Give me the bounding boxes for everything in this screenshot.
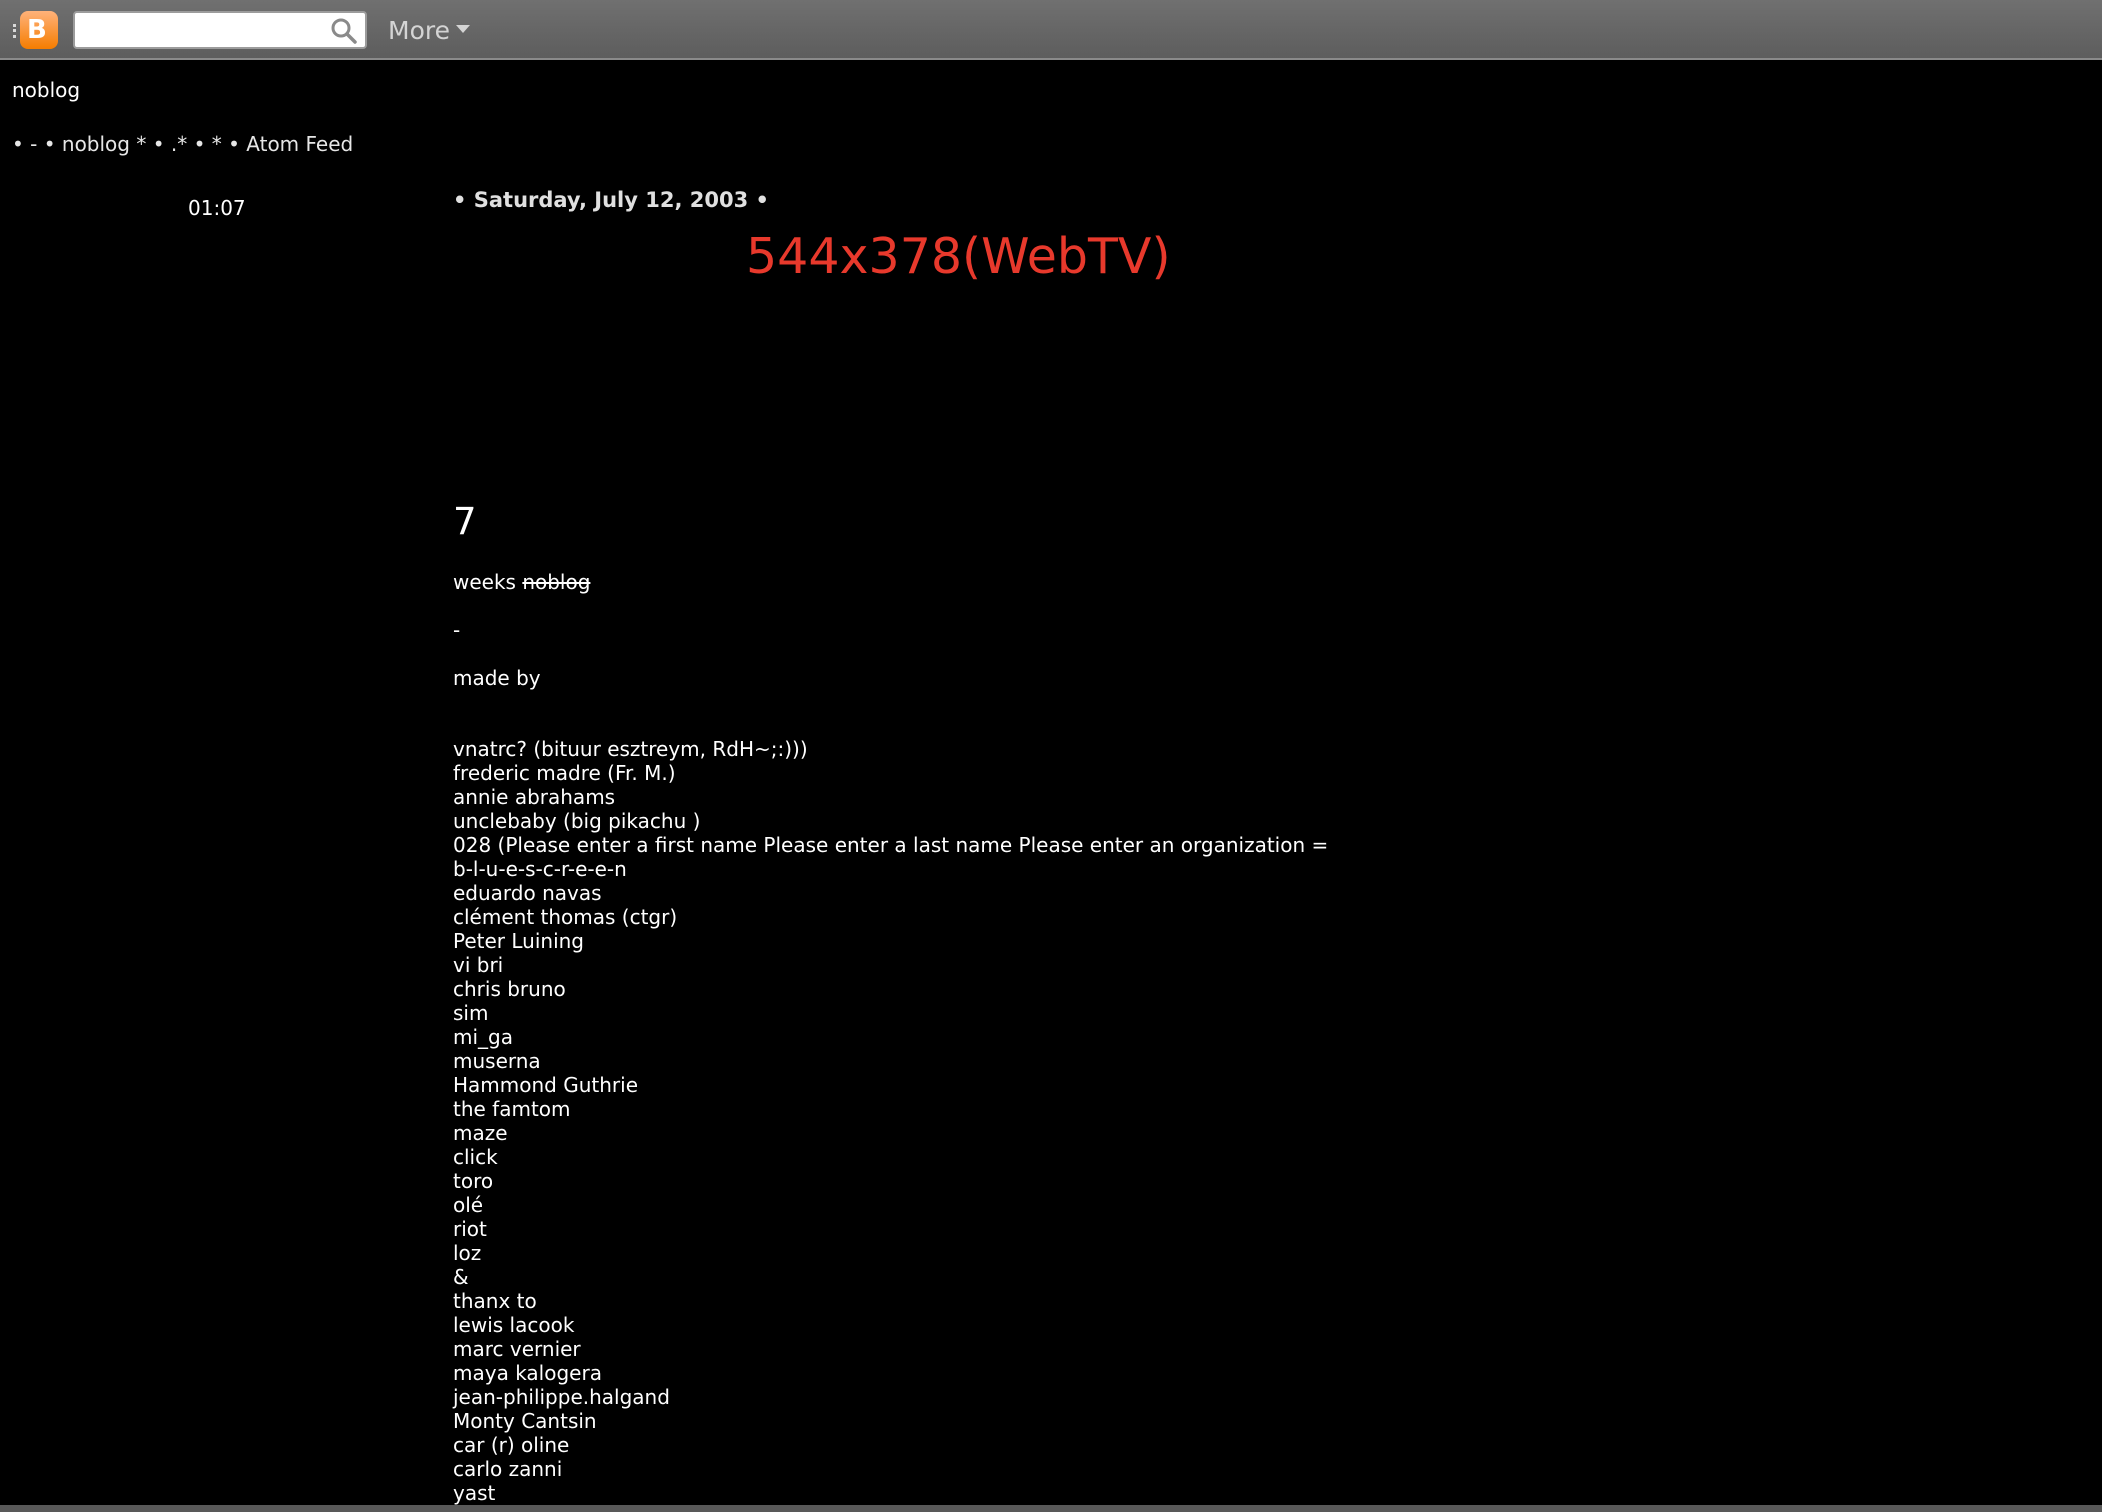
credit-item: thanx to [453, 1289, 537, 1313]
blogger-logo-glyph: B [27, 15, 47, 45]
search-icon[interactable] [329, 17, 359, 45]
credit-item: vnatrc? (bituur esztreym, RdH~;:))) [453, 737, 808, 761]
noblog-link[interactable]: noblog [62, 132, 130, 156]
weeks-struck-text: noblog [522, 570, 591, 594]
blog-title: noblog [12, 78, 81, 102]
header-prefix: • - • [12, 132, 56, 156]
header-links: • - • noblog * • .* • * • Atom Feed [12, 132, 353, 156]
credit-item: clément thomas (ctgr) [453, 905, 678, 929]
credit-item: car (r) oline [453, 1433, 570, 1457]
credit-item: mi_ga [453, 1025, 513, 1049]
post-time[interactable]: 01:07 [188, 196, 246, 220]
credit-item: Monty Cantsin [453, 1409, 597, 1433]
post-date: • Saturday, July 12, 2003 • [453, 188, 769, 212]
resolution-heading: 544x378(WebTV) [746, 228, 1171, 285]
search-box[interactable] [73, 11, 367, 49]
header-middle: * • .* • * • [136, 132, 240, 156]
credit-item: b-l-u-e-s-c-r-e-e-n [453, 857, 627, 881]
credit-item: frederic madre (Fr. M.) [453, 761, 676, 785]
credit-item: 028 (Please enter a first name Please en… [453, 833, 1329, 857]
credit-item: click [453, 1145, 498, 1169]
credit-item: carlo zanni [453, 1457, 563, 1481]
credit-item: Peter Luining [453, 929, 585, 953]
credit-item: Hammond Guthrie [453, 1073, 638, 1097]
big-number: 7 [453, 500, 477, 543]
weeks-line: weeks noblog [453, 570, 590, 594]
dash-line: - [453, 618, 461, 642]
credit-item: riot [453, 1217, 487, 1241]
credit-item: sim [453, 1001, 489, 1025]
more-label: More [388, 16, 450, 45]
weeks-word: weeks [453, 570, 516, 594]
credit-item: vi bri [453, 953, 504, 977]
credit-item: marc vernier [453, 1337, 581, 1361]
bottom-edge [0, 1505, 2102, 1512]
chevron-down-icon [455, 25, 470, 33]
atom-feed-link[interactable]: Atom Feed [246, 132, 353, 156]
credit-item: lewis lacook [453, 1313, 575, 1337]
credit-item: the famtom [453, 1097, 571, 1121]
credit-item: unclebaby (big pikachu ) [453, 809, 701, 833]
blogger-logo-icon[interactable]: B [20, 11, 58, 49]
credit-item: olé [453, 1193, 484, 1217]
blogger-navbar: B More [0, 0, 2102, 60]
credit-item: toro [453, 1169, 494, 1193]
credit-item: eduardo navas [453, 881, 602, 905]
credit-item: annie abrahams [453, 785, 616, 809]
credit-item: muserna [453, 1049, 541, 1073]
credit-item: chris bruno [453, 977, 566, 1001]
made-by-label: made by [453, 666, 541, 690]
search-input[interactable] [81, 17, 325, 45]
credit-item: maze [453, 1121, 508, 1145]
credit-item: maya kalogera [453, 1361, 602, 1385]
credits-list: vnatrc? (bituur esztreym, RdH~;:))) frede… [453, 737, 1328, 1505]
credit-item: yast [453, 1481, 496, 1505]
credit-item: loz [453, 1241, 482, 1265]
credit-item: jean-philippe.halgand [453, 1385, 670, 1409]
credit-item: & [453, 1265, 469, 1289]
more-menu-button[interactable]: More [388, 14, 470, 48]
